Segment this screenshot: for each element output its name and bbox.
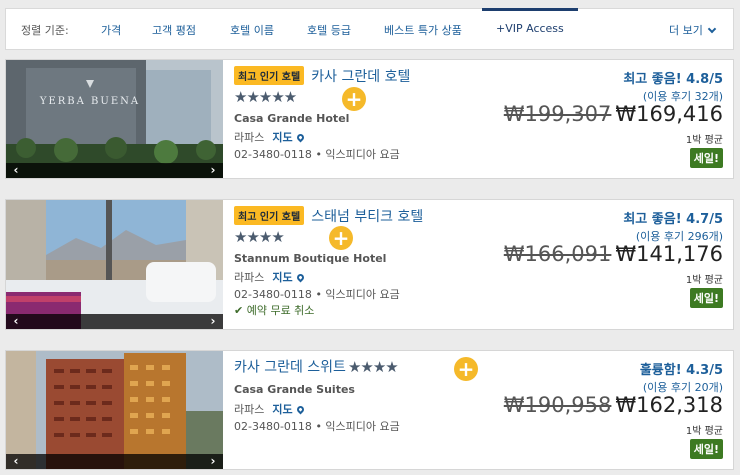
sale-badge: 세일!	[689, 439, 723, 459]
hotel-english-name: Casa Grande Hotel	[234, 112, 350, 125]
sign-text-1: YERBA BUENA	[39, 96, 140, 107]
map-link[interactable]: 지도	[272, 131, 292, 144]
hotel-info: 최고 인기 호텔 카사 그란데 호텔 ★★★★★ + Casa Grande H…	[234, 60, 489, 178]
price-column: 최고 좋음! 4.7/5 (이용 후기 296개) ₩166,091 ₩141,1…	[473, 200, 723, 329]
hotel-info: 최고 인기 호텔 스태넘 부티크 호텔 ★★★★ + Stannum Bouti…	[234, 200, 489, 318]
map-pin-icon	[295, 272, 306, 283]
next-photo-button[interactable]: ›	[206, 314, 220, 329]
sort-option-guest-rating[interactable]: 고객 평점	[152, 22, 196, 38]
phone-number: 02-3480-0118	[234, 420, 312, 433]
popular-badge: 최고 인기 호텔	[234, 206, 305, 225]
location-name: 라파스	[234, 131, 265, 144]
hotel-english-name: Stannum Boutique Hotel	[234, 252, 387, 265]
location-row: 라파스 지도	[234, 269, 306, 285]
map-pin-icon	[295, 404, 306, 415]
original-price: ₩190,958	[503, 393, 612, 417]
sort-option-best-deals[interactable]: 베스트 특가 상품	[384, 22, 462, 38]
location-row: 라파스 지도	[234, 401, 306, 417]
more-label: 더 보기	[669, 24, 703, 37]
chevron-down-icon	[707, 24, 717, 34]
hotel-photo[interactable]: YERBA BUENA CASABA ‹ ›	[6, 60, 223, 178]
title-row: 최고 인기 호텔 카사 그란데 호텔	[234, 65, 410, 86]
sale-badge: 세일!	[689, 148, 723, 168]
hotel-card[interactable]: ‹ › 최고 인기 호텔 스태넘 부티크 호텔 ★★★★ + Stannum B…	[5, 199, 734, 330]
rate-note: • 익스피디아 요금	[315, 420, 400, 433]
hotel-photo[interactable]: ‹ ›	[6, 200, 223, 329]
phone-number: 02-3480-0118	[234, 288, 312, 301]
sale-price[interactable]: ₩141,176	[615, 242, 723, 266]
per-night-label: 1박 평균	[685, 275, 723, 286]
sort-option-hotel-class[interactable]: 호텔 등급	[307, 22, 351, 38]
hotel-photo[interactable]: ‹ ›	[6, 351, 223, 469]
hotel-photo-image	[6, 351, 223, 469]
guest-rating: 최고 좋음! 4.7/5	[623, 212, 723, 227]
location-row: 라파스 지도	[234, 129, 306, 145]
per-night-label: 1박 평균	[685, 135, 723, 146]
phone-row: 02-3480-0118 • 익스피디아 요금	[234, 286, 400, 302]
per-night-label: 1박 평균	[685, 426, 723, 437]
sale-price[interactable]: ₩162,318	[615, 393, 723, 417]
next-photo-button[interactable]: ›	[206, 163, 220, 178]
sort-option-hotel-name[interactable]: 호텔 이름	[230, 22, 274, 38]
rate-note: • 익스피디아 요금	[315, 148, 400, 161]
sort-option-price[interactable]: 가격	[101, 22, 121, 38]
more-options-button[interactable]: 더 보기	[669, 22, 717, 38]
photo-nav-bar	[6, 314, 223, 329]
sort-bar: 정렬 기준: 가격 고객 평점 호텔 이름 호텔 등급 베스트 특가 상품 +V…	[5, 8, 734, 50]
sale-badge: 세일!	[689, 288, 723, 308]
price-column: 훌륭함! 4.3/5 (이용 후기 20개) ₩190,958 ₩162,318 …	[473, 351, 723, 469]
hotel-name-link[interactable]: 카사 그란데 호텔	[311, 69, 410, 85]
map-link[interactable]: 지도	[272, 271, 292, 284]
price-column: 최고 좋음! 4.8/5 (이용 후기 32개) ₩199,307 ₩169,41…	[473, 60, 723, 178]
popular-badge: 최고 인기 호텔	[234, 66, 305, 85]
hotel-card[interactable]: YERBA BUENA CASABA ‹ › 최고 인기 호텔 카사 그란데 호…	[5, 59, 734, 179]
location-name: 라파스	[234, 403, 265, 416]
star-rating: ★★★★	[234, 228, 285, 246]
hotel-name-link[interactable]: 카사 그란데 스위트	[234, 360, 346, 376]
star-rating: ★★★★★	[234, 88, 297, 106]
hotel-photo-image	[6, 200, 223, 329]
original-price: ₩166,091	[503, 242, 612, 266]
hotel-english-name: Casa Grande Suites	[234, 383, 355, 396]
photo-nav-bar	[6, 163, 223, 178]
sale-price[interactable]: ₩169,416	[615, 102, 723, 126]
title-row: 카사 그란데 스위트 ★★★★	[234, 356, 399, 377]
hotel-info: 카사 그란데 스위트 ★★★★ + Casa Grande Suites 라파스 지…	[234, 351, 489, 469]
prev-photo-button[interactable]: ‹	[9, 454, 23, 469]
title-row: 최고 인기 호텔 스태넘 부티크 호텔	[234, 205, 423, 226]
original-price: ₩199,307	[503, 102, 612, 126]
phone-row: 02-3480-0118 • 익스피디아 요금	[234, 146, 400, 162]
rate-note: • 익스피디아 요금	[315, 288, 400, 301]
guest-rating: 훌륭함! 4.3/5	[639, 363, 723, 378]
vip-plus-icon: +	[329, 226, 353, 250]
map-link[interactable]: 지도	[272, 403, 292, 416]
price-row: ₩199,307 ₩169,416	[504, 102, 723, 126]
price-row: ₩190,958 ₩162,318	[504, 393, 723, 417]
prev-photo-button[interactable]: ‹	[9, 163, 23, 178]
next-photo-button[interactable]: ›	[206, 454, 220, 469]
sort-label: 정렬 기준:	[21, 24, 69, 37]
hotel-name-link[interactable]: 스태넘 부티크 호텔	[311, 209, 423, 225]
phone-row: 02-3480-0118 • 익스피디아 요금	[234, 418, 400, 434]
free-cancellation: ✔ 예약 무료 취소	[234, 304, 315, 317]
vip-plus-icon: +	[342, 87, 366, 111]
star-rating: ★★★★	[347, 357, 399, 376]
active-sort-indicator	[482, 8, 578, 11]
location-name: 라파스	[234, 271, 265, 284]
hotel-card[interactable]: ‹ › 카사 그란데 스위트 ★★★★ + Casa Grande Suites …	[5, 350, 734, 470]
hotel-photo-image: YERBA BUENA CASABA	[6, 60, 223, 178]
guest-rating: 최고 좋음! 4.8/5	[623, 72, 723, 87]
price-row: ₩166,091 ₩141,176	[504, 242, 723, 266]
photo-nav-bar	[6, 454, 223, 469]
phone-number: 02-3480-0118	[234, 148, 312, 161]
sort-option-vip-access[interactable]: +VIP Access	[496, 22, 564, 35]
prev-photo-button[interactable]: ‹	[9, 314, 23, 329]
map-pin-icon	[295, 132, 306, 143]
